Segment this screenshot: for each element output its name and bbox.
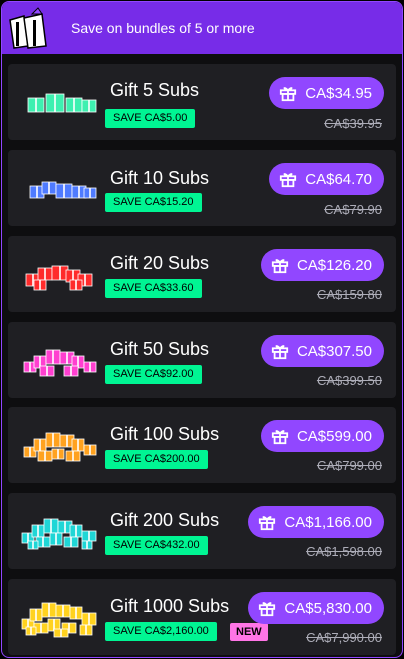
bundle-title: Gift 1000 Subs bbox=[110, 596, 230, 616]
original-price: CA$7,990.00 bbox=[306, 630, 382, 645]
original-price: CA$79.90 bbox=[324, 202, 382, 217]
bundle-row-1000: Gift 1000 Subs SAVE CA$2,160.00 NEW CA$5… bbox=[8, 579, 396, 655]
gift-boxes-icon bbox=[23, 432, 97, 462]
gift-icon bbox=[271, 430, 289, 445]
original-price: CA$799.00 bbox=[316, 458, 382, 473]
bundle-title: Gift 100 Subs bbox=[110, 424, 220, 444]
gift-boxes-icon bbox=[23, 349, 97, 377]
gift-subs-panel: Save on bundles of 5 or more Gift 5 Subs… bbox=[1, 1, 403, 658]
save-badge: SAVE CA$2,160.00 bbox=[105, 622, 217, 641]
new-badge: NEW bbox=[230, 623, 268, 641]
price-label: CA$307.50 bbox=[296, 342, 372, 360]
bundle-title: Gift 10 Subs bbox=[110, 168, 210, 188]
bundle-title: Gift 50 Subs bbox=[110, 339, 210, 359]
buy-button[interactable]: CA$126.20 bbox=[260, 249, 384, 281]
original-price: CA$1,598.00 bbox=[306, 544, 382, 559]
price-label: CA$64.70 bbox=[305, 170, 372, 188]
gift-icon bbox=[259, 602, 276, 617]
save-badge: SAVE CA$33.60 bbox=[105, 279, 202, 298]
gift-boxes-icon bbox=[21, 518, 97, 550]
original-price: CA$399.50 bbox=[316, 373, 382, 388]
bundle-row-20: Gift 20 Subs SAVE CA$33.60 CA$126.20 CA$… bbox=[8, 236, 396, 312]
original-price: CA$39.95 bbox=[324, 116, 382, 131]
gift-boxes-icon bbox=[27, 93, 97, 113]
save-badge: SAVE CA$92.00 bbox=[105, 365, 202, 384]
save-badge: SAVE CA$432.00 bbox=[105, 536, 208, 555]
price-label: CA$126.20 bbox=[296, 256, 372, 274]
bundle-row-200: Gift 200 Subs SAVE CA$432.00 CA$1,166.00… bbox=[8, 493, 396, 569]
buy-button[interactable]: CA$1,166.00 bbox=[248, 506, 384, 538]
gift-bags-icon bbox=[9, 7, 47, 49]
buy-button[interactable]: CA$5,830.00 bbox=[248, 592, 384, 624]
bundle-row-50: Gift 50 Subs SAVE CA$92.00 CA$307.50 CA$… bbox=[8, 322, 396, 398]
gift-boxes-icon bbox=[29, 181, 97, 199]
bundle-banner: Save on bundles of 5 or more bbox=[2, 2, 402, 54]
save-badge: SAVE CA$5.00 bbox=[105, 109, 196, 128]
bundle-row-100: Gift 100 Subs SAVE CA$200.00 CA$599.00 C… bbox=[8, 407, 396, 483]
gift-icon bbox=[271, 259, 289, 274]
buy-button[interactable]: CA$34.95 bbox=[269, 77, 384, 109]
bundle-title: Gift 200 Subs bbox=[110, 510, 220, 530]
price-label: CA$599.00 bbox=[296, 427, 372, 445]
bundle-title: Gift 5 Subs bbox=[110, 80, 200, 100]
buy-button[interactable]: CA$307.50 bbox=[260, 335, 384, 367]
price-label: CA$1,166.00 bbox=[284, 513, 372, 531]
bundle-row-5: Gift 5 Subs SAVE CA$5.00 CA$34.95 CA$39.… bbox=[8, 64, 396, 140]
gift-boxes-icon bbox=[21, 602, 97, 638]
gift-icon bbox=[271, 345, 289, 360]
gift-icon bbox=[280, 87, 297, 102]
save-badge: SAVE CA$200.00 bbox=[105, 450, 208, 469]
gift-boxes-icon bbox=[25, 265, 93, 291]
bundle-title: Gift 20 Subs bbox=[110, 253, 210, 273]
original-price: CA$159.80 bbox=[316, 287, 382, 302]
gift-icon bbox=[259, 516, 276, 531]
buy-button[interactable]: CA$599.00 bbox=[260, 420, 384, 452]
price-label: CA$34.95 bbox=[305, 84, 372, 102]
bundle-row-10: Gift 10 Subs SAVE CA$15.20 CA$64.70 CA$7… bbox=[8, 150, 396, 226]
gift-icon bbox=[280, 173, 297, 188]
banner-text: Save on bundles of 5 or more bbox=[71, 20, 255, 36]
buy-button[interactable]: CA$64.70 bbox=[269, 163, 384, 195]
save-badge: SAVE CA$15.20 bbox=[105, 193, 202, 212]
price-label: CA$5,830.00 bbox=[284, 599, 372, 617]
